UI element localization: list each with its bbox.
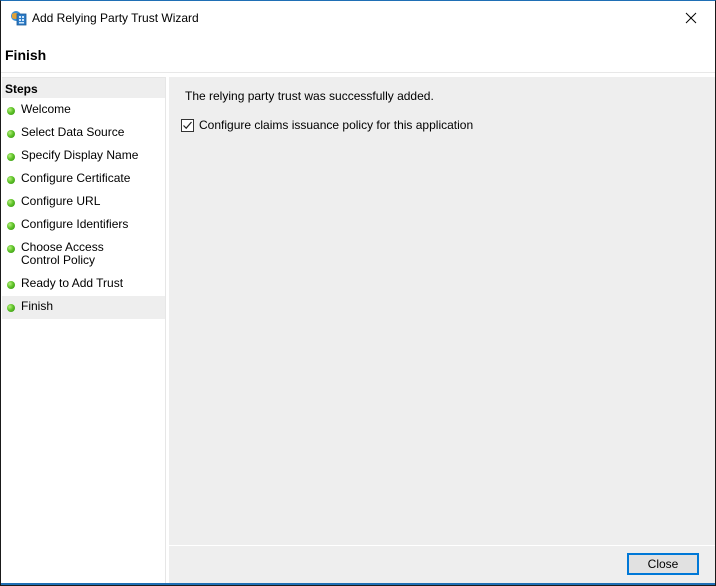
step-label: Configure Certificate [21,171,131,185]
step-label: Ready to Add Trust [21,276,124,290]
window-title: Add Relying Party Trust Wizard [32,11,199,25]
step-specify-display-name: Specify Display Name [2,145,165,168]
step-complete-icon [7,245,15,253]
step-finish: Finish [2,296,165,319]
configure-claims-checkbox[interactable] [181,118,194,132]
step-complete-icon [7,222,15,230]
steps-header-label: Steps [5,82,38,96]
window-bottom-edge [1,583,715,585]
step-current-icon [7,304,15,312]
step-complete-icon [7,107,15,115]
step-label: Choose Access Control Policy [21,240,104,267]
step-complete-icon [7,153,15,161]
configure-claims-label[interactable]: Configure claims issuance policy for thi… [199,118,473,132]
footer: Close [169,546,715,584]
step-complete-icon [7,176,15,184]
step-label: Configure URL [21,194,101,208]
wizard-window: Add Relying Party Trust Wizard Finish St… [0,0,716,586]
configure-claims-checkbox-row[interactable]: Configure claims issuance policy for thi… [181,117,473,133]
close-button[interactable]: Close [627,553,699,575]
step-ready-to-add-trust: Ready to Add Trust [2,273,165,296]
success-message: The relying party trust was successfully… [185,89,434,103]
step-select-data-source: Select Data Source [2,122,165,145]
step-label: Finish [21,299,54,313]
step-welcome: Welcome [2,99,165,122]
close-icon [685,12,697,24]
step-complete-icon [7,130,15,138]
checkmark-icon [183,121,192,129]
header-divider [1,72,715,73]
title-bar: Add Relying Party Trust Wizard [1,1,715,35]
step-complete-icon [7,199,15,207]
step-configure-certificate: Configure Certificate [2,168,165,191]
step-configure-url: Configure URL [2,191,165,214]
step-label: Select Data Source [21,125,125,139]
page-title: Finish [5,47,47,63]
steps-header: Steps [2,77,165,98]
close-window-button[interactable] [669,3,713,33]
step-configure-identifiers: Configure Identifiers [2,214,165,237]
step-label: Welcome [21,102,71,116]
step-label: Specify Display Name [21,148,139,162]
step-label: Configure Identifiers [21,217,129,231]
steps-panel: Steps Welcome Select Data Source Specify… [2,77,166,585]
adfs-server-icon [11,11,27,26]
content-panel: The relying party trust was successfully… [169,77,715,545]
step-choose-access-control-policy: Choose Access Control Policy [2,237,165,273]
step-complete-icon [7,281,15,289]
